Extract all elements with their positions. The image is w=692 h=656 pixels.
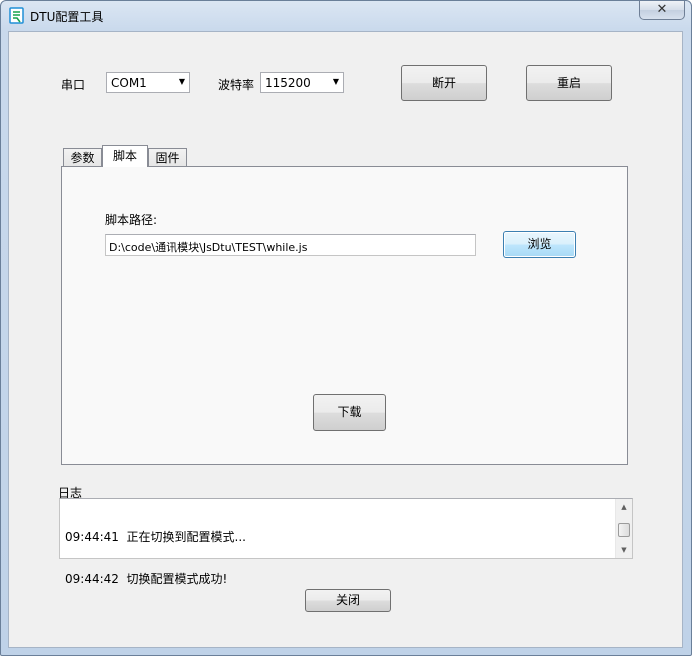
close-icon: ✕ <box>656 2 668 17</box>
window-close-button[interactable]: ✕ <box>639 1 685 20</box>
baud-rate-select[interactable]: 115200 ▼ <box>260 72 344 93</box>
serial-port-value: COM1 <box>111 76 147 90</box>
scroll-down-arrow-icon[interactable]: ▼ <box>616 542 632 558</box>
client-area: 串口 COM1 ▼ 波特率 115200 ▼ 断开 重启 参数 脚本 固件 脚本… <box>8 31 683 648</box>
serial-port-label: 串口 <box>61 78 86 92</box>
log-scrollbar[interactable]: ▲ ▼ <box>615 499 632 558</box>
scroll-up-arrow-icon[interactable]: ▲ <box>616 499 632 515</box>
window-title: DTU配置工具 <box>30 10 104 24</box>
serial-port-select[interactable]: COM1 ▼ <box>106 72 190 93</box>
disconnect-button[interactable]: 断开 <box>401 65 487 101</box>
scroll-thumb[interactable] <box>618 523 630 537</box>
tab-params[interactable]: 参数 <box>63 148 102 167</box>
browse-button[interactable]: 浏览 <box>503 231 576 258</box>
chevron-down-icon: ▼ <box>332 77 339 86</box>
tab-script[interactable]: 脚本 <box>102 145 148 167</box>
log-textarea[interactable]: 09:44:41 正在切换到配置模式... 09:44:42 切换配置模式成功!… <box>59 498 633 586</box>
main-window: DTU配置工具 ✕ 串口 COM1 ▼ 波特率 115200 ▼ 断开 重启 参… <box>0 0 692 656</box>
baud-rate-value: 115200 <box>265 76 311 90</box>
tab-firmware[interactable]: 固件 <box>148 148 187 167</box>
title-bar[interactable]: DTU配置工具 ✕ <box>1 1 691 31</box>
close-button[interactable]: 关闭 <box>305 589 391 612</box>
download-button[interactable]: 下载 <box>313 394 386 431</box>
script-path-label: 脚本路径: <box>105 213 158 227</box>
log-lines: 09:44:41 正在切换到配置模式... 09:44:42 切换配置模式成功! <box>65 502 246 614</box>
log-line: 09:44:41 正在切换到配置模式... <box>65 530 246 544</box>
app-logo-icon <box>9 7 24 24</box>
script-tab-panel: 脚本路径: D:\code\通讯模块\JsDtu\TEST\while.js 浏… <box>61 166 628 465</box>
baud-rate-label: 波特率 <box>218 78 255 92</box>
chevron-down-icon: ▼ <box>178 77 185 86</box>
script-path-input[interactable]: D:\code\通讯模块\JsDtu\TEST\while.js <box>105 234 476 256</box>
log-line: 09:44:42 切换配置模式成功! <box>65 572 228 586</box>
restart-button[interactable]: 重启 <box>526 65 612 101</box>
